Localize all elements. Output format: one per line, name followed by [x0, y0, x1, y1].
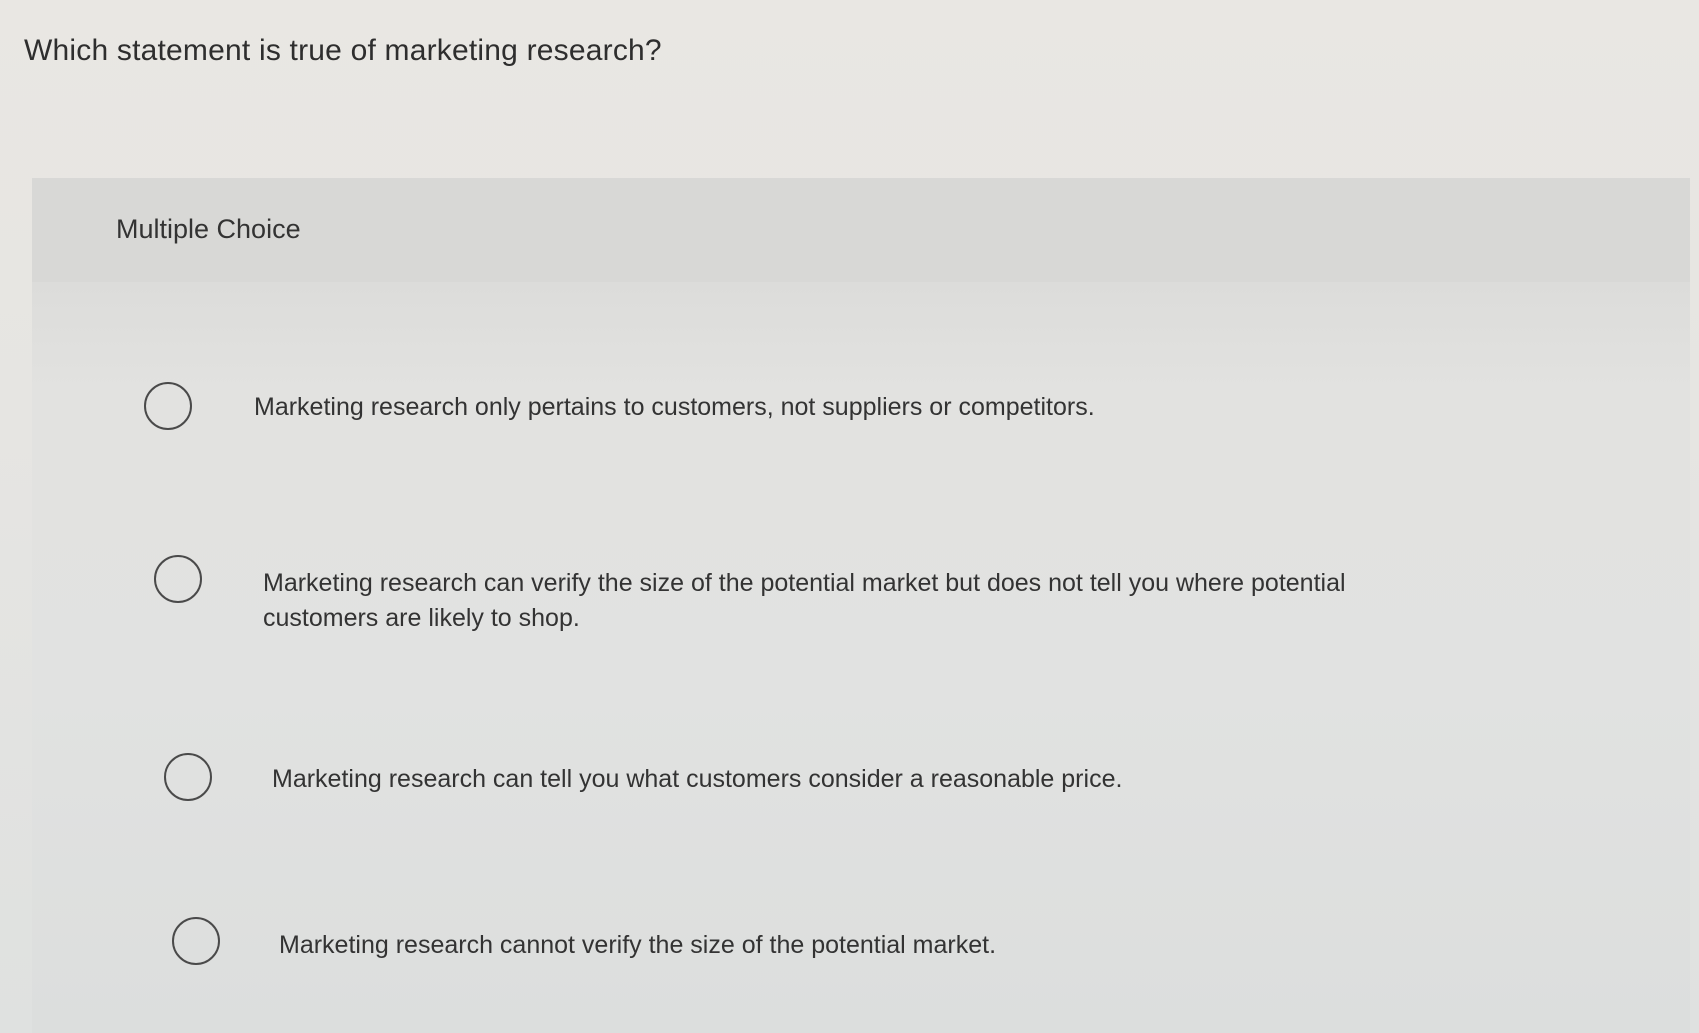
answer-option-2-label: Marketing research can verify the size o… — [263, 569, 1346, 632]
radio-button-option-4[interactable] — [172, 917, 220, 965]
answer-option-1-label: Marketing research only pertains to cust… — [254, 393, 1095, 421]
answer-option-3-label: Marketing research can tell you what cus… — [272, 765, 1123, 793]
question-text: Which statement is true of marketing res… — [24, 34, 662, 67]
answer-option-4-label: Marketing research cannot verify the siz… — [279, 931, 997, 959]
radio-button-option-1[interactable] — [144, 382, 192, 430]
multiple-choice-label: Multiple Choice — [116, 214, 301, 244]
radio-button-option-3[interactable] — [164, 753, 212, 801]
multiple-choice-header: Multiple Choice — [32, 178, 1690, 282]
radio-button-option-2[interactable] — [154, 555, 202, 603]
